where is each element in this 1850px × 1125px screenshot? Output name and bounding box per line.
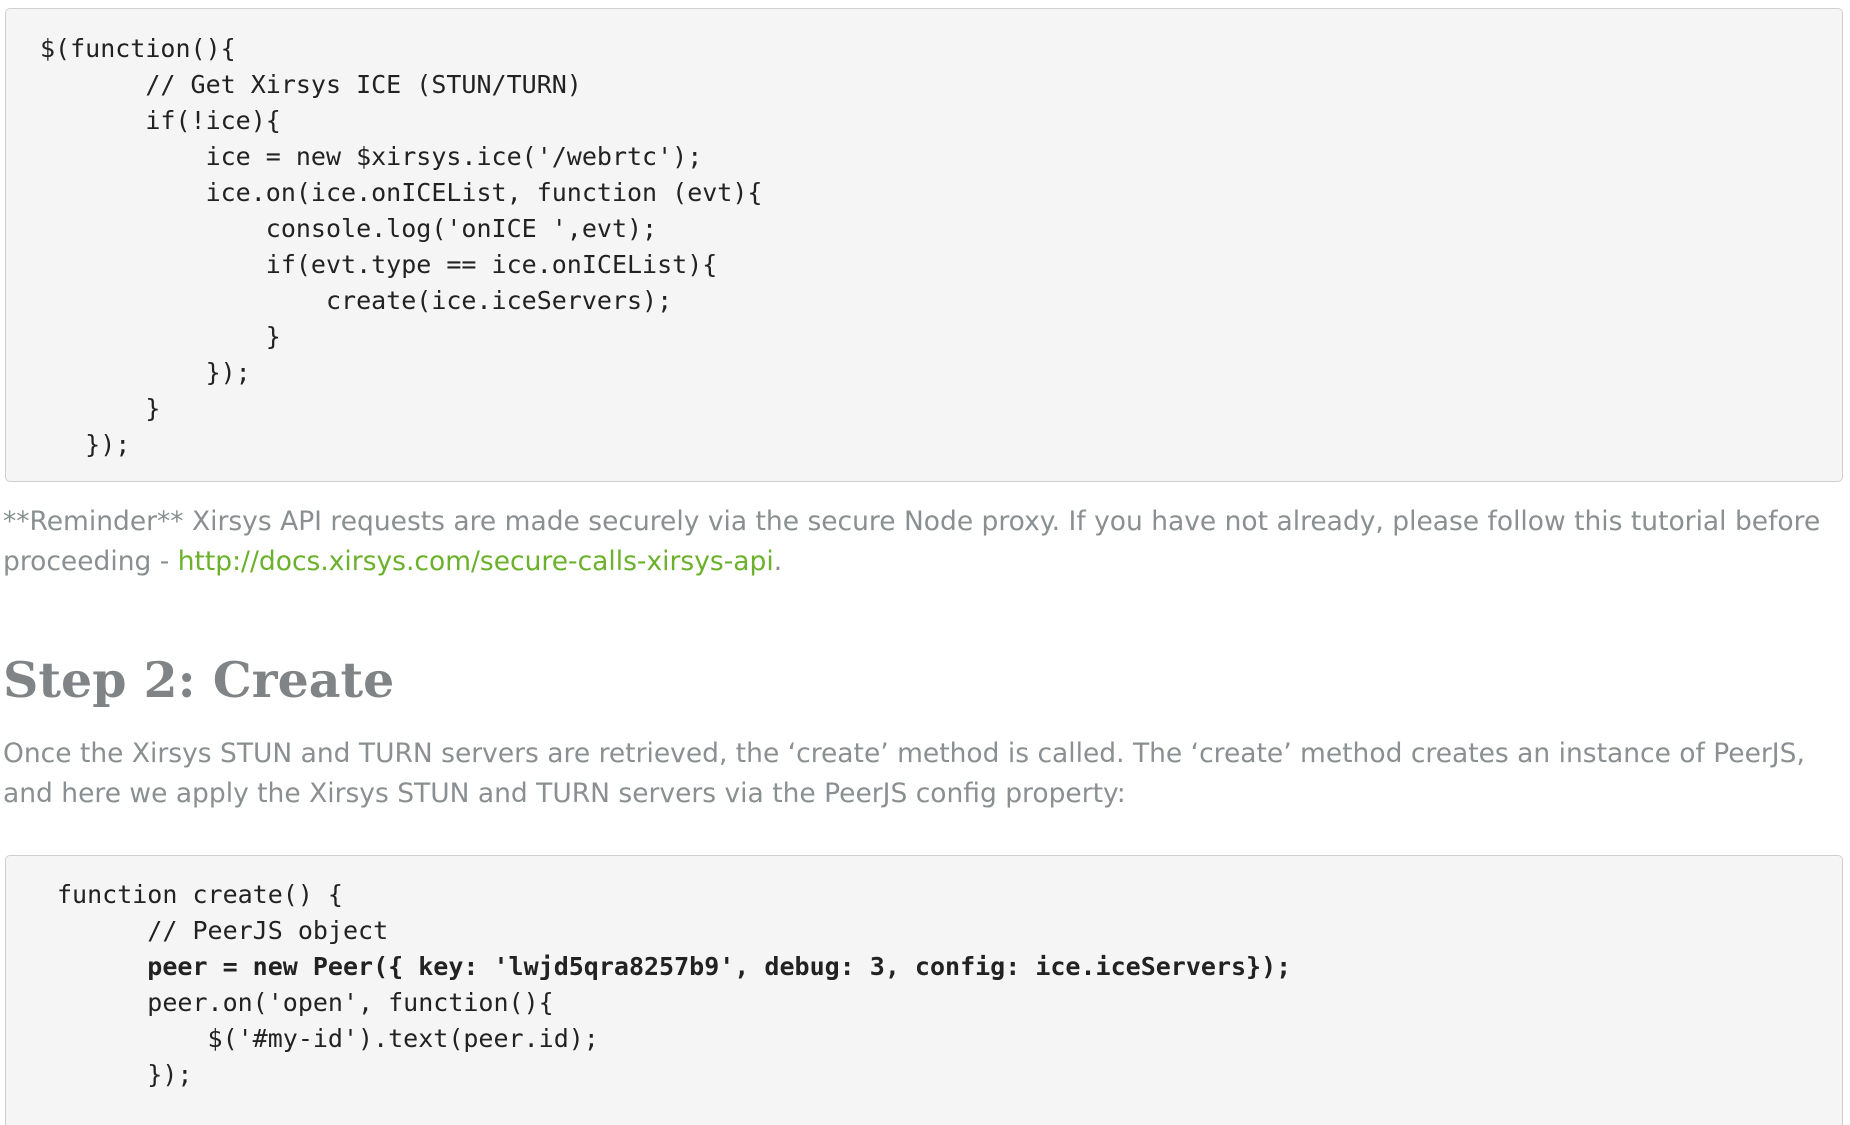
code-line-highlighted: peer = new Peer({ key: 'lwjd5qra8257b9',… <box>57 952 1292 981</box>
code-block-ice: $(function(){ // Get Xirsys ICE (STUN/TU… <box>5 8 1843 482</box>
article-content: $(function(){ // Get Xirsys ICE (STUN/TU… <box>0 0 1850 1125</box>
code-line: peer.on('open', function(){ <box>57 988 554 1017</box>
code-line: }); <box>40 430 131 459</box>
code-line: ice = new $xirsys.ice('/webrtc'); <box>40 142 703 171</box>
code-block-create: function create() { // PeerJS object pee… <box>5 855 1843 1125</box>
code-line: function create() { <box>57 880 343 909</box>
step-2-intro-paragraph: Once the Xirsys STUN and TURN servers ar… <box>3 738 1805 809</box>
code-listing: $(function(){ // Get Xirsys ICE (STUN/TU… <box>6 9 1842 463</box>
code-line: }); <box>57 1060 193 1089</box>
code-line: $(function(){ <box>40 34 236 63</box>
secure-calls-link[interactable]: http://docs.xirsys.com/secure-calls-xirs… <box>178 546 774 577</box>
code-line: if(evt.type == ice.onICEList){ <box>40 250 718 279</box>
code-line: // PeerJS object <box>57 916 389 945</box>
code-line: // Get Xirsys ICE (STUN/TURN) <box>40 70 582 99</box>
code-listing: function create() { // PeerJS object pee… <box>6 856 1842 1093</box>
code-line: } <box>40 394 161 423</box>
code-line: if(!ice){ <box>40 106 281 135</box>
code-line: console.log('onICE ',evt); <box>40 214 658 243</box>
step-2-heading: Step 2: Create <box>3 651 395 709</box>
code-line: ice.on(ice.onICEList, function (evt){ <box>40 178 763 207</box>
code-line: } <box>40 322 281 351</box>
reminder-suffix: . <box>773 546 783 577</box>
reminder-paragraph: **Reminder** Xirsys API requests are mad… <box>3 502 1823 582</box>
code-line: create(ice.iceServers); <box>40 286 673 315</box>
code-line: $('#my-id').text(peer.id); <box>57 1024 599 1053</box>
code-line: }); <box>40 358 251 387</box>
